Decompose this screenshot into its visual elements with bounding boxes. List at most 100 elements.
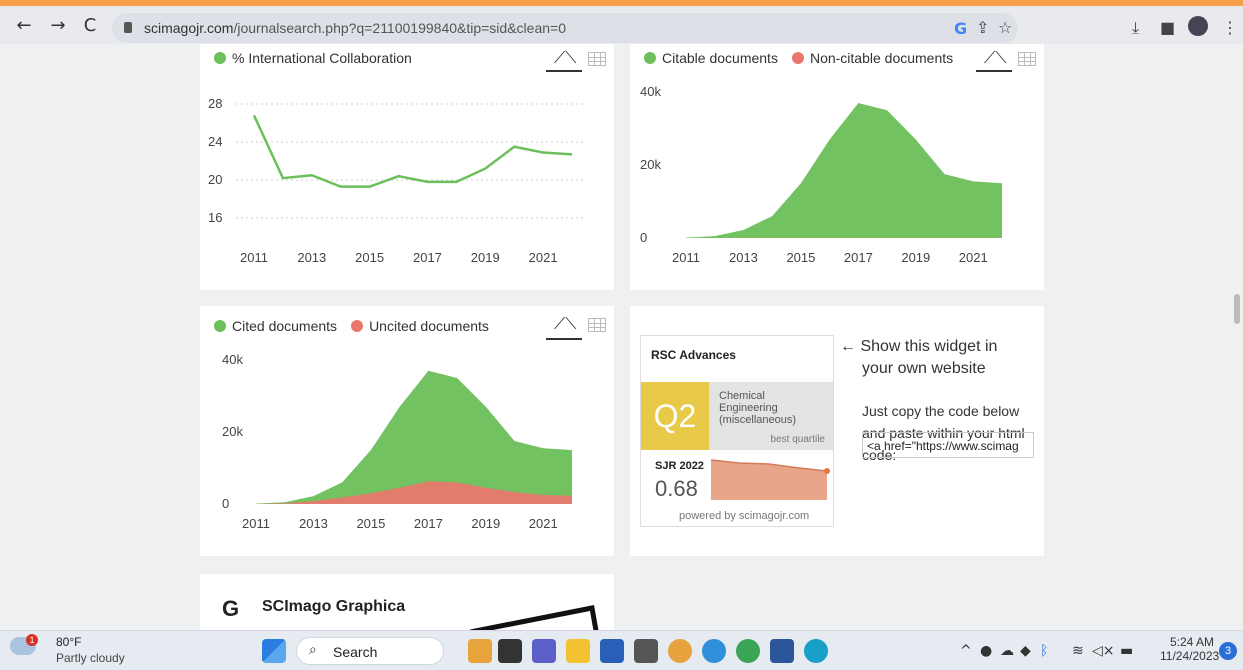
camera-icon[interactable] <box>634 639 658 663</box>
sjr-label: SJR 2022 <box>655 460 704 472</box>
tray-app2-icon[interactable]: ◆ <box>1020 643 1031 659</box>
x-tick-label: 2011 <box>242 516 270 531</box>
left-arrow-icon: ← <box>840 338 861 355</box>
word-icon[interactable] <box>770 639 794 663</box>
scrollbar-thumb[interactable] <box>1234 294 1240 324</box>
show-widget-line: ← Show this widget in <box>840 338 998 355</box>
graphica-logo-icon: G <box>222 596 240 621</box>
widget-journal-title: RSC Advances <box>651 348 736 362</box>
chrome-profile-icon[interactable] <box>702 639 726 663</box>
tray-overflow-icon[interactable]: ^ <box>960 643 972 659</box>
category-line: Chemical <box>719 390 765 402</box>
battery-icon[interactable]: ▬ <box>1120 643 1133 659</box>
page-content: % International Collaboration ⟋⟍ 28 24 20 1… <box>0 44 1243 630</box>
x-tick-label: 2021 <box>529 250 558 265</box>
x-tick-label: 2019 <box>471 516 500 531</box>
address-bar[interactable]: scimagojr.com/journalsearch.php?q=211001… <box>112 13 1018 43</box>
y-tick-label: 40k <box>222 352 243 367</box>
cited-area-chart: 40k 20k 0 2011 2013 2015 2017 2019 2021 <box>222 352 572 531</box>
task-view-icon[interactable] <box>498 639 522 663</box>
citable-chart-card: Citable documents Non-citable documents … <box>630 44 1044 290</box>
embed-code-field[interactable]: <a href="https://www.scimag <box>862 432 1034 458</box>
y-tick-label: 16 <box>208 210 222 225</box>
x-tick-label: 2017 <box>413 250 442 265</box>
clock-date: 11/24/2023 <box>1160 649 1220 663</box>
volume-muted-icon[interactable]: ◁× <box>1092 643 1115 659</box>
browser-toolbar: ← → C scimagojr.com/journalsearch.php?q=… <box>0 0 1243 44</box>
graphica-title[interactable]: SCImago Graphica <box>262 598 405 616</box>
google-icon[interactable]: G <box>954 19 967 38</box>
share-icon[interactable]: ⇪ <box>976 18 989 37</box>
x-tick-label: 2017 <box>844 250 873 265</box>
forward-icon[interactable]: → <box>48 16 68 36</box>
x-tick-label: 2013 <box>299 516 328 531</box>
profile-avatar[interactable] <box>1188 16 1208 36</box>
powered-by-label: powered by scimagojr.com <box>679 510 810 522</box>
chrome-icon[interactable] <box>668 639 692 663</box>
x-tick-label: 2013 <box>729 250 758 265</box>
x-tick-label: 2021 <box>529 516 558 531</box>
file-explorer-icon[interactable] <box>566 639 590 663</box>
search-label: Search <box>333 644 378 660</box>
x-tick-label: 2015 <box>355 250 384 265</box>
taskbar-search-box[interactable]: ⌕ Search <box>296 637 444 665</box>
quartile-badge: Q2 <box>641 382 709 450</box>
best-quartile-label: best quartile <box>770 434 825 445</box>
y-tick-label: 24 <box>208 134 222 149</box>
reload-icon[interactable]: C <box>80 16 100 36</box>
series-line <box>252 114 573 188</box>
page-scrollbar[interactable] <box>1231 44 1243 630</box>
graphica-arrow-graphic <box>470 605 599 630</box>
bookmark-star-icon[interactable]: ☆ <box>998 18 1012 37</box>
category-box: Chemical Engineering (miscellaneous) bes… <box>709 382 833 450</box>
sjr-value: 0.68 <box>655 476 698 501</box>
tray-drive-icon[interactable]: ☁ <box>1000 643 1014 659</box>
cited-chart-card: Cited documents Uncited documents ⟋⟍ 40k… <box>200 306 614 556</box>
x-tick-label: 2019 <box>901 250 930 265</box>
back-icon[interactable]: ← <box>14 16 34 36</box>
y-tick-label: 28 <box>208 96 222 111</box>
wifi-icon[interactable]: ≋ <box>1072 643 1084 659</box>
y-tick-label: 20k <box>640 157 661 172</box>
x-tick-label: 2021 <box>959 250 988 265</box>
menu-kebab-icon[interactable]: ⋮ <box>1222 18 1238 37</box>
chrome-alt-icon[interactable] <box>736 639 760 663</box>
windows-start-icon[interactable] <box>262 639 286 663</box>
show-widget-line: your own website <box>862 360 986 377</box>
url-text: scimagojr.com/journalsearch.php?q=211001… <box>144 20 566 36</box>
download-icon[interactable]: ⤓ <box>1132 18 1139 38</box>
y-tick-label: 0 <box>640 230 647 245</box>
weather-badge: 1 <box>26 634 38 646</box>
weather-desc[interactable]: Partly cloudy <box>56 651 125 665</box>
citable-area-chart: 40k 20k 0 2011 2013 2015 2017 2019 2021 <box>640 84 1002 265</box>
show-widget-text: ← Show this widget in your own website <box>840 336 997 380</box>
notification-badge[interactable]: 3 <box>1219 642 1237 660</box>
edge-icon[interactable] <box>804 639 828 663</box>
weather-temp[interactable]: 80°F <box>56 635 81 649</box>
teams-icon[interactable] <box>532 639 556 663</box>
x-tick-label: 2015 <box>786 250 815 265</box>
y-tick-label: 20 <box>208 172 222 187</box>
category-line: (miscellaneous) <box>719 414 797 426</box>
x-tick-label: 2015 <box>356 516 385 531</box>
y-tick-label: 0 <box>222 496 229 511</box>
bluetooth-icon[interactable]: ᛒ <box>1040 643 1048 659</box>
lock-icon <box>124 22 132 33</box>
graphica-card: G SCImago Graphica <box>200 574 614 630</box>
x-tick-label: 2011 <box>240 250 268 265</box>
x-tick-label: 2017 <box>414 516 443 531</box>
collab-chart-card: % International Collaboration ⟋⟍ 28 24 20 1… <box>200 44 614 290</box>
journal-widget[interactable]: RSC Advances Q2 Chemical Engineering (mi… <box>640 335 834 527</box>
x-tick-label: 2011 <box>672 250 700 265</box>
search-icon: ⌕ <box>309 642 317 658</box>
store-icon[interactable] <box>600 639 624 663</box>
copy-instructions-line: Just copy the code below <box>862 403 1020 419</box>
clock[interactable]: 5:24 AM 11/24/2023 <box>1160 635 1220 663</box>
tray-app-icon[interactable]: ● <box>980 643 992 659</box>
windows-taskbar: 1 80°F Partly cloudy ⌕ Search ^ ● ☁ ◆ ᛒ … <box>0 630 1243 670</box>
widgets-app-icon[interactable] <box>468 639 492 663</box>
collab-line-chart: 28 24 20 16 2011 2013 2015 2017 2019 2021 <box>208 96 586 265</box>
x-tick-label: 2019 <box>471 250 500 265</box>
y-tick-label: 40k <box>640 84 661 99</box>
side-panel-icon[interactable]: ■ <box>1160 18 1175 37</box>
